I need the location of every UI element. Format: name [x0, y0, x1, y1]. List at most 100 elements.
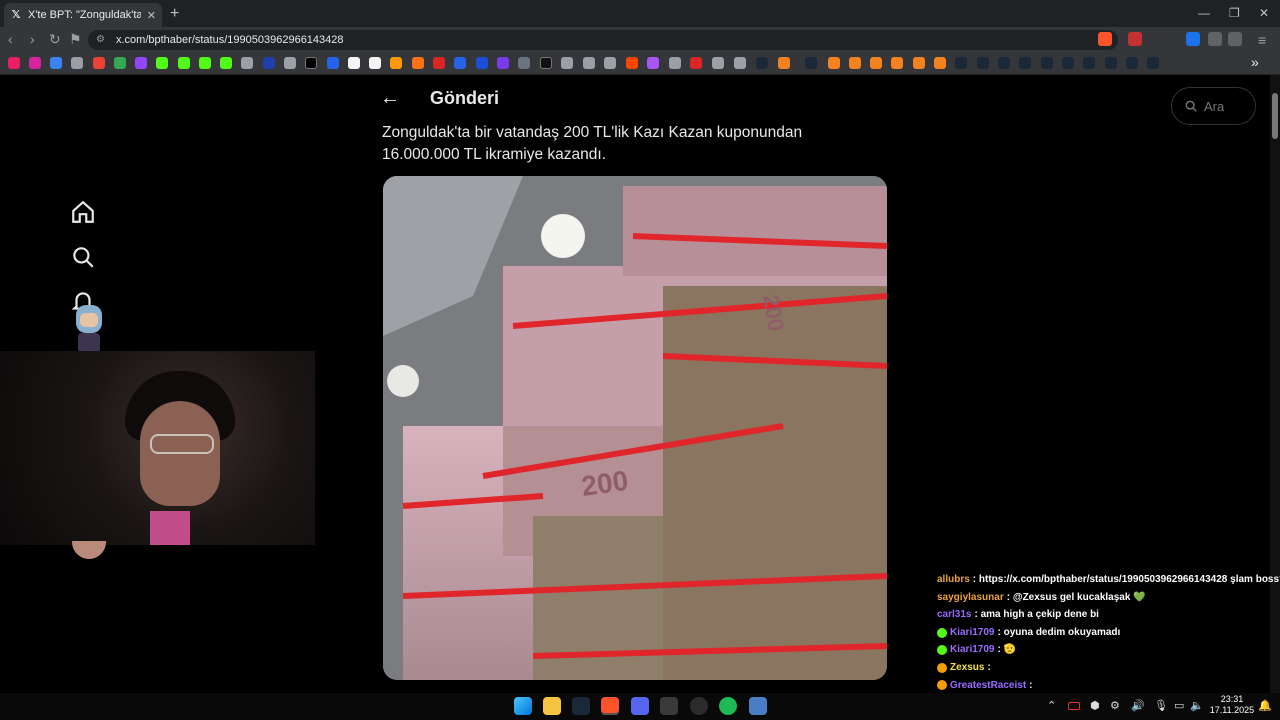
sidebar-icon[interactable] — [1228, 32, 1242, 46]
tray-app-icon[interactable]: ⬢ — [1090, 699, 1100, 712]
chat-username[interactable]: carl31s — [937, 606, 971, 624]
tray-app-icon[interactable] — [1068, 702, 1080, 710]
bookmark-icon[interactable] — [454, 57, 466, 69]
notification-icon[interactable]: 🔔 — [1258, 699, 1272, 712]
bookmark-icon[interactable] — [604, 57, 616, 69]
discord-icon[interactable] — [631, 697, 649, 715]
bookmark-icon[interactable] — [778, 57, 790, 69]
forward-icon[interactable]: › — [30, 31, 35, 47]
network-icon[interactable]: ▭ — [1174, 699, 1184, 712]
bookmark-icon[interactable] — [647, 57, 659, 69]
back-icon[interactable]: ‹ — [8, 31, 13, 47]
tray-chevron-icon[interactable]: ⌃ — [1047, 699, 1056, 712]
steam-icon[interactable] — [805, 57, 817, 69]
steam-icon[interactable] — [572, 697, 590, 715]
steam-icon[interactable] — [998, 57, 1010, 69]
bookmark-icon[interactable] — [712, 57, 724, 69]
chat-username[interactable]: Kiari1709 — [950, 641, 994, 659]
bookmark-icon[interactable] — [561, 57, 573, 69]
app-icon[interactable] — [660, 697, 678, 715]
bookmark-icon[interactable] — [71, 57, 83, 69]
chat-username[interactable]: Kiari1709 — [950, 624, 994, 642]
file-explorer-icon[interactable] — [543, 697, 561, 715]
start-icon[interactable] — [514, 697, 532, 715]
tray-steam-icon[interactable]: ⚙ — [1110, 699, 1120, 712]
search-input[interactable]: Ara — [1171, 87, 1256, 125]
restore-icon[interactable]: ❐ — [1229, 6, 1240, 20]
steam-icon[interactable] — [1062, 57, 1074, 69]
bookmark-icon[interactable] — [284, 57, 296, 69]
reload-icon[interactable]: ↻ — [49, 31, 61, 48]
bookmark-icon[interactable] — [241, 57, 253, 69]
spotify-icon[interactable] — [719, 697, 737, 715]
steam-icon[interactable] — [977, 57, 989, 69]
url-field[interactable]: ⚙ x.com/bpthaber/status/1990503962966143… — [88, 30, 1118, 50]
bookmark-icon[interactable]: ⚑ — [69, 31, 82, 48]
steam-icon[interactable] — [756, 57, 768, 69]
folder-icon[interactable] — [734, 57, 746, 69]
bookmark-icon[interactable] — [50, 57, 62, 69]
speaker-icon[interactable]: 🔈 — [1190, 699, 1204, 712]
instagram-icon[interactable] — [29, 57, 41, 69]
bookmark-icon[interactable] — [891, 57, 903, 69]
kick-icon[interactable] — [156, 57, 168, 69]
steam-icon[interactable] — [1147, 57, 1159, 69]
explore-search-icon[interactable] — [70, 244, 96, 270]
bookmark-icon[interactable] — [497, 57, 509, 69]
obs-icon[interactable] — [690, 697, 708, 715]
bookmark-icon[interactable] — [8, 57, 20, 69]
post-image[interactable]: 200 200 — [383, 176, 887, 680]
brave-shield-icon[interactable] — [1098, 32, 1112, 46]
steam-icon[interactable] — [1083, 57, 1095, 69]
bookmark-icon[interactable] — [849, 57, 861, 69]
steam-icon[interactable] — [1105, 57, 1117, 69]
bookmark-icon[interactable] — [669, 57, 681, 69]
kick-icon[interactable] — [199, 57, 211, 69]
drive-icon[interactable] — [114, 57, 126, 69]
scrollbar-thumb[interactable] — [1272, 93, 1278, 139]
extension-icon[interactable] — [1128, 32, 1142, 46]
bookmark-icon[interactable] — [412, 57, 424, 69]
gmail-icon[interactable] — [93, 57, 105, 69]
brave-icon[interactable] — [601, 697, 619, 715]
menu-icon[interactable]: ≡ — [1258, 32, 1266, 48]
site-info-icon[interactable]: ⚙ — [96, 30, 105, 50]
app-icon[interactable] — [749, 697, 767, 715]
chat-username[interactable]: saygiylasunar — [937, 589, 1004, 607]
window-close-icon[interactable]: ✕ — [1259, 6, 1269, 20]
extensions-puzzle-icon[interactable] — [1208, 32, 1222, 46]
bookmark-icon[interactable] — [934, 57, 946, 69]
bookmark-icon[interactable] — [913, 57, 925, 69]
extension-icon[interactable] — [1186, 32, 1200, 46]
microphone-icon[interactable]: 🎙 — [1154, 699, 1168, 712]
more-bookmarks-icon[interactable]: » — [1251, 54, 1259, 70]
bookmark-icon[interactable] — [327, 57, 339, 69]
bookmark-icon[interactable] — [518, 57, 530, 69]
bookmark-icon[interactable] — [263, 57, 275, 69]
home-icon[interactable] — [70, 199, 96, 225]
bookmark-icon[interactable] — [220, 57, 232, 69]
volume-icon[interactable]: 🔊 — [1131, 699, 1145, 712]
minimize-icon[interactable]: — — [1198, 6, 1210, 20]
back-arrow-icon[interactable]: ← — [380, 87, 400, 110]
tab-close-icon[interactable]: ✕ — [147, 9, 156, 22]
kick-icon[interactable] — [178, 57, 190, 69]
bookmark-icon[interactable] — [476, 57, 488, 69]
bookmark-icon[interactable] — [583, 57, 595, 69]
bookmark-icon[interactable] — [348, 57, 360, 69]
new-tab-button[interactable]: + — [170, 5, 179, 23]
steam-icon[interactable] — [955, 57, 967, 69]
steam-icon[interactable] — [1041, 57, 1053, 69]
chat-username[interactable]: Zexsus — [950, 659, 984, 677]
chat-username[interactable]: allubrs — [937, 571, 970, 589]
bookmark-icon[interactable] — [690, 57, 702, 69]
steam-icon[interactable] — [1019, 57, 1031, 69]
reddit-icon[interactable] — [626, 57, 638, 69]
bookmark-icon[interactable] — [540, 57, 552, 69]
browser-tab[interactable]: 𝕏 X'te BPT: "Zonguldak'ta bir vatan ✕ — [4, 3, 162, 27]
bookmark-icon[interactable] — [369, 57, 381, 69]
x-icon[interactable] — [305, 57, 317, 69]
steam-icon[interactable] — [1126, 57, 1138, 69]
twitch-icon[interactable] — [135, 57, 147, 69]
bookmark-icon[interactable] — [828, 57, 840, 69]
